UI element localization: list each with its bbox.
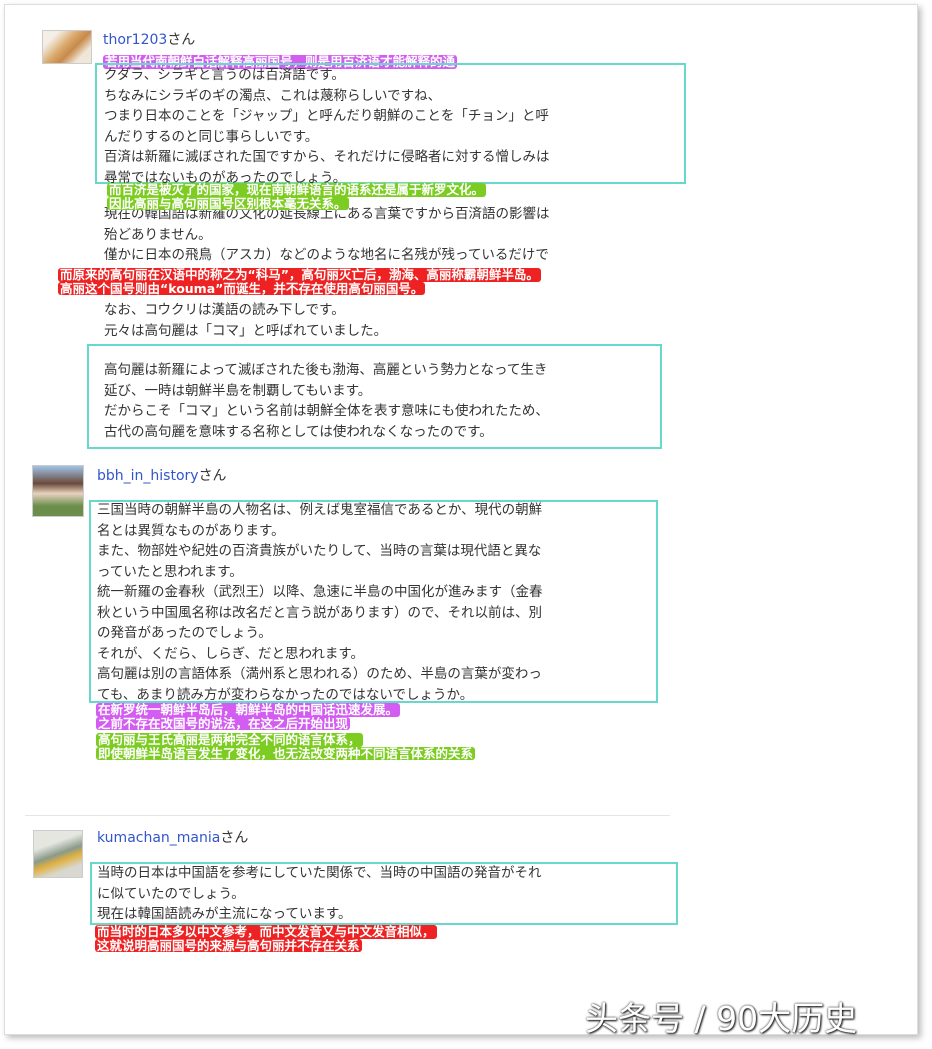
page: thor1203さん 若用当代南朝鲜白话解释高丽国号，则是用百济语才能解释的通 … [0,0,932,1049]
username-bbh-in-history[interactable]: bbh_in_historyさん [97,465,227,485]
annotation-red: 而当时的日本多以中文参考，而中文发音又与中文发音相似， 这就说明高丽国号的来源与… [95,925,437,952]
annotation-line: 即使朝鲜半岛语言发生了变化，也无法改变两种不同语言体系的关系 [96,747,475,761]
divider [25,815,670,816]
text-line: なお、コウクリは漢語の読み下しです。 [104,300,387,321]
annotation-line: 高句丽与王氏高丽是两种完全不同的语言体系， [96,733,363,747]
text-line: つまり日本のことを「ジャップ」と呼んだり朝鮮のことを「チョン」と呼 [104,106,550,127]
annotation-green: 而百济是被灭了的国家，现在南朝鲜语言的语系还是属于新罗文化。 因此高丽与高句丽国… [107,183,486,210]
text-line: 三国当時の朝鮮半島の人物名は、例えば鬼室福信であるとか、現代の朝鮮 [97,500,543,521]
text-line: 古代の高句麗を意味する名称としては使われなくなったのです。 [104,422,549,443]
answer-text: なお、コウクリは漢語の読み下しです。 元々は高句麗は「コマ」と呼ばれていました。 [104,300,387,341]
text-line: クダラ、シラギと言うのは百済語です。 [104,65,550,86]
answer-text: クダラ、シラギと言うのは百済語です。 ちなみにシラギのギの濁点、これは蔑称らしい… [104,65,550,188]
text-line: ちなみにシラギのギの濁点、これは蔑称らしいですね、 [104,86,550,107]
avatar-drawing[interactable] [33,830,83,878]
text-line: 当時の日本は中国語を参考にしていた関係で、当時の中国語の発音がそれ [97,863,542,884]
avatar-anime[interactable] [32,465,84,517]
annotation-line: 而原来的高句丽在汉语中的称之为“科马”，高句丽灭亡后，渤海、高丽称霸朝鲜半岛。 [58,268,541,282]
annotation-line: 而百济是被灭了的国家，现在南朝鲜语言的语系还是属于新罗文化。 [107,183,486,197]
text-line: また、物部姓や紀姓の百済貴族がいたりして、当時の言葉は現代語と異な [97,541,543,562]
username-thor1203[interactable]: thor1203さん [103,29,195,49]
annotation-green: 高句丽与王氏高丽是两种完全不同的语言体系， 即使朝鲜半岛语言发生了变化，也无法改… [96,733,475,760]
annotation-line: 这就说明高丽国号的来源与高句丽并不存在关系 [95,939,362,953]
annotation-line: 之前不存在改国号的说法，在这之后开始出现 [96,717,350,731]
honorific: さん [167,32,195,48]
annotation-line: 高丽这个国号则由“kouma”而诞生，并不存在使用高句丽国号。 [58,282,425,296]
text-line: それが、くだら、しらぎ、だと思われます。 [97,644,543,665]
text-line: に似ていたのでしょう。 [97,884,542,905]
text-line: 高句麗は新羅によって滅ぼされた後も渤海、高麗という勢力となって生き [104,360,549,381]
avatar-cat[interactable] [42,30,92,64]
annotation-line: 因此高丽与高句丽国号区别根本毫无关系。 [107,197,349,211]
annotation-line: 在新罗统一朝鲜半岛后，朝鲜半岛的中国话迅速发展。 [96,703,400,717]
text-line: んだりするのと同じ事らしいです。 [104,127,550,148]
honorific: さん [199,468,227,484]
text-line: 元々は高句麗は「コマ」と呼ばれていました。 [104,321,387,342]
annotation-red: 而原来的高句丽在汉语中的称之为“科马”，高句丽灭亡后，渤海、高丽称霸朝鲜半岛。 … [58,268,541,295]
text-line: 秋という中国風名称は改名だと言う説があります）ので、それ以前は、別 [97,603,543,624]
username-link[interactable]: thor1203 [103,32,167,48]
text-line: の発音があったのでしょう。 [97,623,543,644]
username-link[interactable]: kumachan_mania [97,830,220,846]
username-link[interactable]: bbh_in_history [97,468,199,484]
answer-text: 高句麗は新羅によって滅ぼされた後も渤海、高麗という勢力となって生き 延び、一時は… [104,360,549,442]
text-line: 殆どありません。 [104,225,550,246]
text-line: 僅かに日本の飛鳥（アスカ）などのような地名に名残が残っているだけで [104,245,550,266]
watermark: 头条号 / 90大历史 [585,992,857,1040]
text-line: 百済は新羅に滅ぼされた国ですから、それだけに侵略者に対する憎しみは [104,147,550,168]
annotation-magenta: 在新罗统一朝鲜半岛后，朝鲜半岛的中国话迅速发展。 之前不存在改国号的说法，在这之… [96,703,400,730]
answer-text: 当時の日本は中国語を参考にしていた関係で、当時の中国語の発音がそれ に似ていたの… [97,863,542,925]
annotation-line: 而当时的日本多以中文参考，而中文发音又与中文发音相似， [95,925,437,939]
answer-text: 三国当時の朝鮮半島の人物名は、例えば鬼室福信であるとか、現代の朝鮮 名とは異質な… [97,500,543,705]
text-line: 現在は韓国語読みが主流になっています。 [97,904,542,925]
answer-text: 現在の韓国語は新羅の文化の延長線上にある言葉ですから百済語の影響は 殆どありませ… [104,204,550,266]
honorific: さん [220,830,248,846]
text-line: だからこそ「コマ」という名前は朝鮮全体を表す意味にも使われたため、 [104,401,549,422]
text-line: 延び、一時は朝鮮半島を制覇してもいます。 [104,381,549,402]
text-line: 高句麗は別の言語体系（満州系と思われる）のため、半島の言葉が変わっ [97,664,543,685]
text-line: 名とは異質なものがあります。 [97,521,543,542]
username-kumachan-mania[interactable]: kumachan_maniaさん [97,827,248,847]
text-line: っていたと思われます。 [97,562,543,583]
text-line: 統一新羅の金春秋（武烈王）以降、急速に半島の中国化が進みます（金春 [97,582,543,603]
